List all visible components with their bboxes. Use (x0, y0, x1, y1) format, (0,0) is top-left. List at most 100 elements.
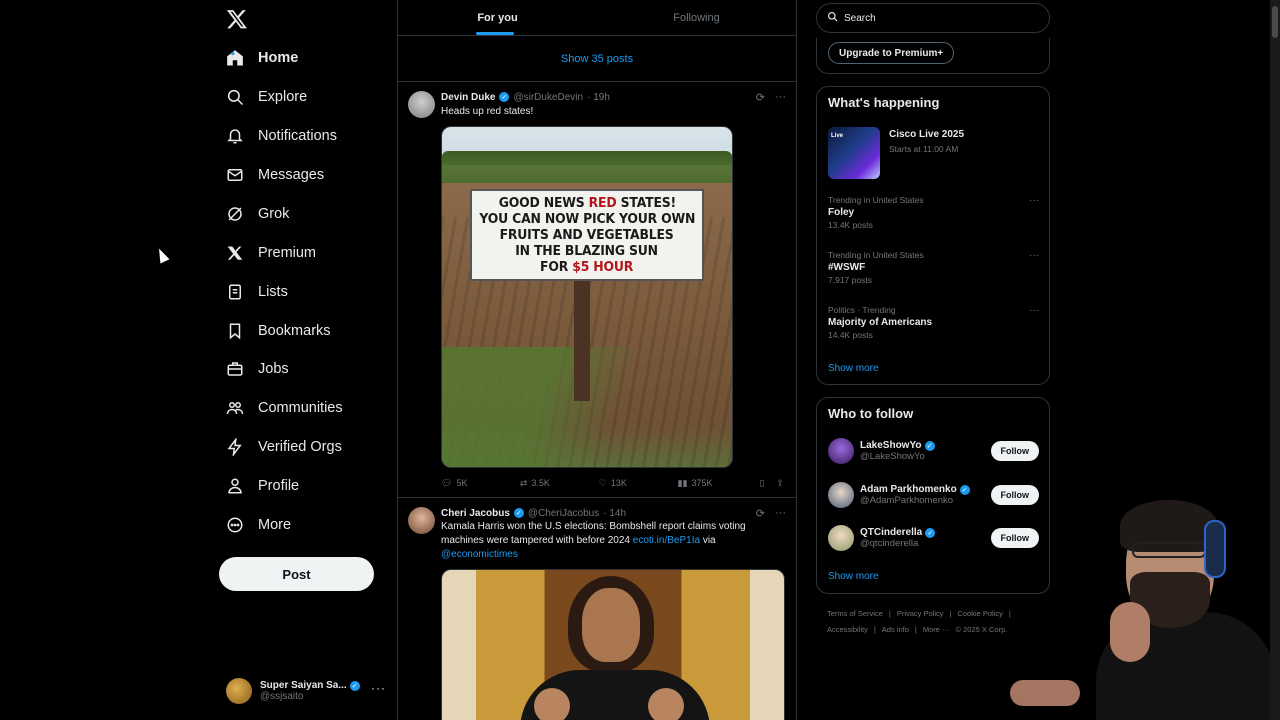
tab-for-you[interactable]: For you (398, 0, 597, 35)
tab-following[interactable]: Following (597, 0, 796, 35)
nav-verified-orgs[interactable]: Verified Orgs (226, 432, 342, 462)
footer-link[interactable]: Privacy Policy (897, 609, 944, 618)
bookmark-icon[interactable]: ▯ (760, 478, 765, 489)
suggestion-name: LakeShowYo (860, 440, 922, 451)
sign-text: YOU CAN NOW PICK YOUR OWN (479, 211, 695, 227)
account-name: Super Saiyan Sa... (260, 680, 347, 691)
avatar[interactable] (828, 525, 854, 551)
more-dots-icon[interactable]: ··· (775, 91, 786, 103)
trend-item[interactable]: Trending in United States Foley 13.4K po… (828, 195, 1039, 230)
reply-count: 5K (456, 478, 468, 488)
nav-label: Jobs (258, 361, 289, 377)
show-more-link[interactable]: Show more (828, 571, 879, 582)
sign-text: IN THE BLAZING SUN (515, 243, 659, 259)
nav-grok[interactable]: Grok (226, 199, 289, 229)
nav-label: Communities (258, 400, 343, 416)
footer-more-link[interactable]: More ··· (923, 625, 950, 634)
nav-label: Premium (258, 245, 317, 261)
nav-explore[interactable]: Explore (226, 82, 307, 112)
x-logo-icon[interactable] (226, 8, 248, 30)
event-title[interactable]: Cisco Live 2025 (889, 129, 964, 140)
tweet-author-name[interactable]: Devin Duke (441, 92, 495, 103)
nav-home[interactable]: Home (226, 43, 298, 73)
share-icon[interactable]: ⇪ (776, 478, 784, 489)
nav-communities[interactable]: Communities (226, 393, 343, 423)
show-more-link[interactable]: Show more (828, 363, 879, 374)
page-scrollbar[interactable] (1270, 0, 1280, 720)
more-dots-icon[interactable]: ··· (1029, 250, 1039, 261)
footer-separator: | (949, 609, 952, 618)
trend-meta: Trending in United States (828, 195, 924, 205)
nav-lists[interactable]: Lists (226, 277, 288, 307)
account-switcher[interactable]: Super Saiyan Sa... ✓ @ssjsaito ··· (226, 675, 386, 707)
more-dots-icon[interactable]: ··· (1029, 195, 1039, 206)
follow-button[interactable]: Follow (990, 441, 1039, 461)
suggestion-handle: @qtcinderella (860, 538, 919, 549)
more-dots-icon[interactable]: ··· (775, 507, 786, 519)
tweet-link[interactable]: ecoti.in/BeP1Ia (633, 535, 700, 546)
grok-icon[interactable]: ⟳ (756, 91, 765, 104)
search-icon (226, 88, 244, 106)
tweet-mention[interactable]: @economictimes (441, 549, 518, 560)
avatar[interactable] (828, 438, 854, 464)
suggestion-name: QTCinderella (860, 527, 923, 538)
briefcase-icon (226, 360, 244, 378)
footer-separator: | (888, 609, 891, 618)
search-icon (827, 11, 838, 25)
tweet-author-handle[interactable]: @CheriJacobus (528, 508, 599, 519)
nav-label: Bookmarks (258, 323, 331, 339)
nav-label: More (258, 517, 292, 533)
suggestion-handle: @AdamParkhomenko (860, 495, 954, 506)
follow-suggestion[interactable]: LakeShowYo ✓ @LakeShowYo Follow (828, 436, 1039, 466)
nav-more[interactable]: More (226, 510, 291, 540)
footer-separator: | (873, 625, 876, 634)
show-new-posts-button[interactable]: Show 35 posts (398, 36, 796, 82)
scrollbar-thumb[interactable] (1272, 6, 1278, 38)
verified-badge-icon: ✓ (349, 680, 360, 691)
footer-link[interactable]: Cookie Policy (957, 609, 1002, 618)
tweet[interactable]: Cheri Jacobus ✓ @CheriJacobus · 14h ⟳ ··… (398, 498, 796, 720)
tweet[interactable]: Devin Duke ✓ @sirDukeDevin · 19h ⟳ ··· H… (398, 83, 796, 498)
nav-profile[interactable]: Profile (226, 471, 299, 501)
avatar[interactable] (828, 482, 854, 508)
nav-jobs[interactable]: Jobs (226, 354, 289, 384)
footer-link[interactable]: Terms of Service (827, 609, 883, 618)
bookmark-icon (226, 322, 244, 340)
mail-icon (226, 166, 244, 184)
more-dots-icon[interactable]: ··· (1029, 305, 1039, 316)
nav-bookmarks[interactable]: Bookmarks (226, 316, 331, 346)
search-box[interactable] (816, 3, 1050, 33)
tweet-time[interactable]: · 19h (587, 92, 610, 103)
heart-icon: ♡ (598, 477, 607, 488)
verified-badge-icon: ✓ (925, 527, 936, 538)
more-dots-icon[interactable]: ··· (371, 681, 386, 695)
reply-button[interactable]: 💬︎ 5K (441, 478, 520, 489)
avatar[interactable] (408, 507, 435, 534)
nav-messages[interactable]: Messages (226, 160, 324, 190)
event-thumbnail[interactable]: Live (828, 127, 880, 179)
tweet-author-name[interactable]: Cheri Jacobus (441, 508, 510, 519)
grok-icon[interactable]: ⟳ (756, 507, 765, 520)
footer-link[interactable]: Accessibility (827, 625, 868, 634)
trend-count: 13.4K posts (828, 220, 873, 230)
tweet-author-handle[interactable]: @sirDukeDevin (513, 92, 583, 103)
tweet-media-image[interactable]: GOOD NEWS RED STATES! YOU CAN NOW PICK Y… (441, 126, 733, 468)
trend-item[interactable]: Trending in United States #WSWF 7,917 po… (828, 250, 1039, 285)
upgrade-premium-button[interactable]: Upgrade to Premium+ (828, 42, 955, 64)
trend-item[interactable]: Politics · Trending Majority of American… (828, 305, 1039, 340)
nav-premium[interactable]: Premium (226, 238, 316, 268)
views-button[interactable]: ▮▮ 375K (678, 478, 760, 489)
retweet-button[interactable]: ⇄ 3.5K (520, 478, 599, 489)
list-icon (226, 283, 244, 301)
tweet-time[interactable]: · 14h (603, 508, 626, 519)
like-button[interactable]: ♡ 13K (599, 478, 678, 489)
post-button[interactable]: Post (219, 557, 374, 591)
like-count: 13K (610, 478, 627, 488)
footer-link[interactable]: Ads info (882, 625, 909, 634)
search-input[interactable] (844, 12, 1024, 24)
avatar[interactable] (408, 91, 435, 118)
panel-title: Who to follow (828, 406, 914, 421)
nav-notifications[interactable]: Notifications (226, 121, 337, 151)
tweet-media-image[interactable] (441, 569, 785, 720)
mouse-cursor-icon (154, 246, 170, 264)
